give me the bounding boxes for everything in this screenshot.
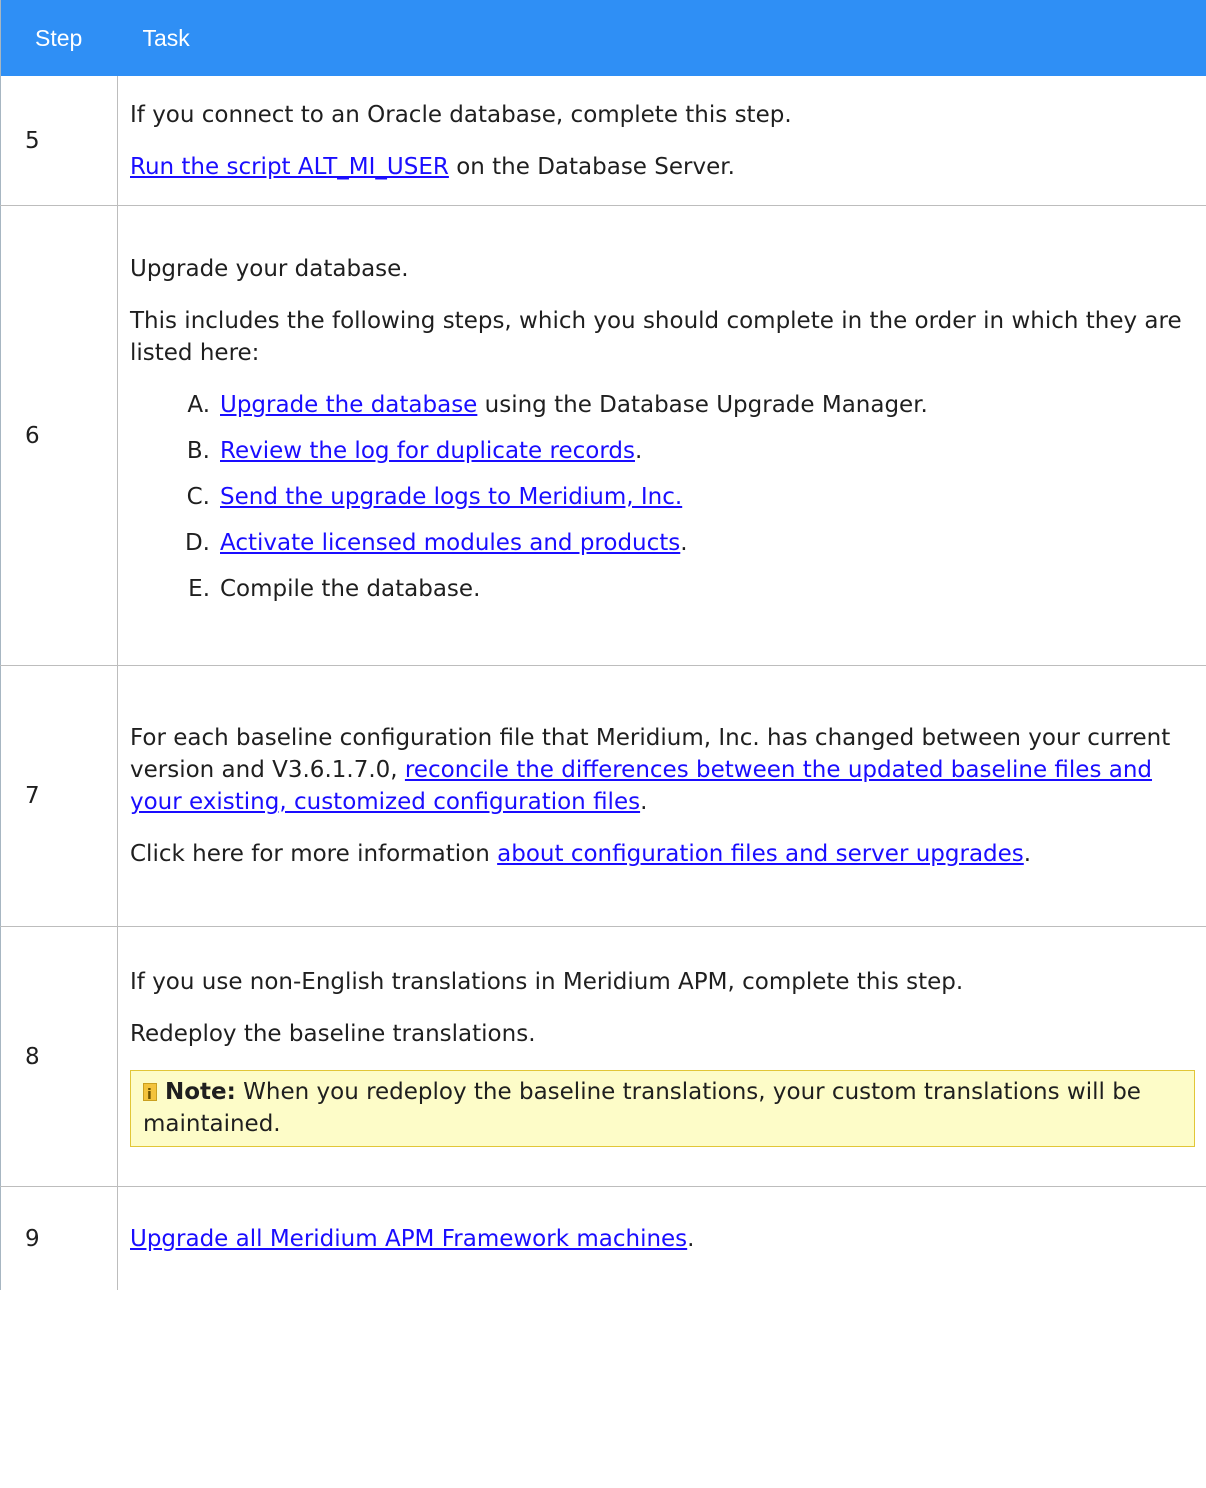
task-text: Run the script ALT_MI_USER on the Databa… bbox=[130, 151, 1195, 183]
list-marker: A. bbox=[187, 391, 210, 418]
task-text: For each baseline configuration file tha… bbox=[130, 722, 1195, 818]
task-text-rest: . bbox=[687, 1225, 695, 1252]
list-marker: B. bbox=[186, 437, 210, 464]
task-text-post: . bbox=[1023, 841, 1032, 867]
task-text: If you use non-English translations in M… bbox=[130, 969, 964, 995]
task-cell: If you connect to an Oracle database, co… bbox=[117, 76, 1206, 206]
task-text: If you connect to an Oracle database, co… bbox=[130, 101, 792, 128]
task-text-pre: Click here for more information bbox=[130, 841, 498, 867]
task-text: Upgrade all Meridium APM Framework machi… bbox=[130, 1223, 1195, 1255]
step-number: 9 bbox=[0, 1186, 118, 1290]
task-text-post: . bbox=[640, 789, 648, 815]
steps-table: Step Task 5 If you connect to an Oracle … bbox=[0, 0, 1206, 1290]
header-task: Task bbox=[117, 0, 1206, 76]
step-number: 5 bbox=[0, 76, 118, 206]
list-item: E. Compile the database. bbox=[174, 573, 1195, 605]
list-item: B. Review the log for duplicate records. bbox=[174, 435, 1195, 467]
table-row: 8 If you use non-English translations in… bbox=[0, 926, 1206, 1187]
table-row: 6 Upgrade your database. This includes t… bbox=[0, 205, 1206, 666]
note-text: When you redeploy the baseline translati… bbox=[143, 1079, 1141, 1137]
task-text: Redeploy the baseline translations. bbox=[130, 1021, 536, 1047]
activate-modules-link[interactable]: Activate licensed modules and products bbox=[220, 530, 680, 556]
step-number: 7 bbox=[0, 665, 118, 927]
run-script-link[interactable]: Run the script ALT_MI_USER bbox=[130, 154, 449, 180]
list-marker: E. bbox=[188, 575, 210, 602]
task-text-rest: on the Database Server. bbox=[448, 153, 735, 180]
task-text: This includes the following steps, which… bbox=[130, 307, 1182, 366]
step-number: 8 bbox=[0, 926, 118, 1187]
task-cell: For each baseline configuration file tha… bbox=[117, 665, 1206, 927]
task-cell: Upgrade your database. This includes the… bbox=[117, 205, 1206, 666]
note-box: Note: When you redeploy the baseline tra… bbox=[130, 1070, 1195, 1147]
list-item-rest: . bbox=[634, 437, 643, 464]
upgrade-database-link[interactable]: Upgrade the database bbox=[220, 392, 477, 418]
task-cell: If you use non-English translations in M… bbox=[117, 926, 1206, 1187]
list-item-rest: using the Database Upgrade Manager. bbox=[477, 391, 928, 418]
task-cell: Upgrade all Meridium APM Framework machi… bbox=[118, 1187, 1206, 1291]
review-log-link[interactable]: Review the log for duplicate records bbox=[220, 438, 635, 464]
header-step: Step bbox=[0, 0, 118, 76]
upgrade-framework-link[interactable]: Upgrade all Meridium APM Framework machi… bbox=[130, 1226, 687, 1252]
list-marker: D. bbox=[184, 529, 210, 556]
info-note-icon bbox=[143, 1079, 157, 1111]
step-number: 6 bbox=[0, 205, 118, 666]
list-item-rest: Compile the database. bbox=[220, 575, 481, 602]
list-item: A. Upgrade the database using the Databa… bbox=[174, 389, 1195, 421]
list-item: C. Send the upgrade logs to Meridium, In… bbox=[174, 481, 1195, 513]
list-marker: C. bbox=[186, 483, 210, 510]
substep-list: A. Upgrade the database using the Databa… bbox=[130, 389, 1195, 605]
config-files-link[interactable]: about configuration files and server upg… bbox=[497, 841, 1024, 867]
table-row: 9 Upgrade all Meridium APM Framework mac… bbox=[0, 1186, 1206, 1291]
list-item-rest: . bbox=[680, 529, 688, 556]
task-text: Upgrade your database. bbox=[130, 255, 409, 282]
table-row: 7 For each baseline configuration file t… bbox=[0, 665, 1206, 927]
note-label: Note: bbox=[165, 1079, 236, 1105]
task-text: Click here for more information about co… bbox=[130, 838, 1195, 870]
table-header-row: Step Task bbox=[0, 0, 1206, 76]
send-logs-link[interactable]: Send the upgrade logs to Meridium, Inc. bbox=[220, 484, 682, 510]
table-row: 5 If you connect to an Oracle database, … bbox=[0, 76, 1206, 206]
list-item: D. Activate licensed modules and product… bbox=[174, 527, 1195, 559]
